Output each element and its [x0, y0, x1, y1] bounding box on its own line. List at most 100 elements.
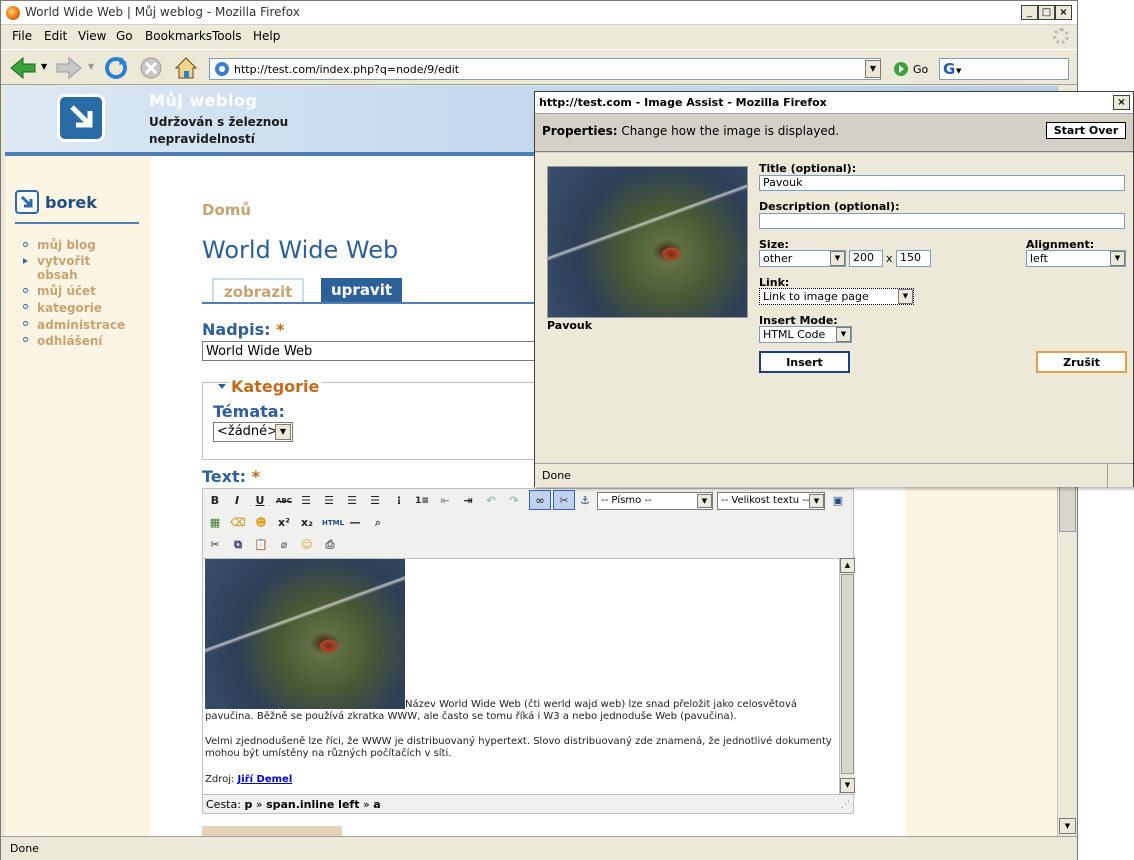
resize-grip-icon[interactable]: ⋰: [841, 800, 850, 810]
site-name[interactable]: Můj weblog: [149, 91, 257, 110]
back-icon[interactable]: [9, 56, 37, 80]
home-icon[interactable]: [173, 55, 199, 81]
menu-file[interactable]: File: [12, 29, 32, 43]
cut-icon[interactable]: ✂: [207, 535, 223, 555]
size-select[interactable]: other ▼: [759, 250, 846, 267]
search-box[interactable]: G ▼: [939, 58, 1069, 80]
minimize-icon[interactable]: _: [1021, 5, 1038, 20]
align-center-icon[interactable]: ☰: [321, 491, 337, 511]
bullet-list-icon[interactable]: ⁝: [391, 491, 407, 511]
scroll-up-icon[interactable]: ▲: [840, 558, 855, 573]
menu-tools[interactable]: Tools: [212, 29, 242, 43]
link-select[interactable]: Link to image page ▼: [759, 288, 914, 305]
sidebar-item-vytvorit-obsah[interactable]: vytvořit obsah: [37, 254, 107, 282]
sidebar-item-odhlaseni[interactable]: odhlášení: [37, 334, 103, 348]
search-engine-dropdown-icon[interactable]: ▼: [956, 67, 961, 75]
source-link[interactable]: Jiří Demel: [238, 774, 293, 785]
redo-icon[interactable]: ↷: [506, 491, 522, 511]
menu-bookmarks[interactable]: Bookmarks: [145, 29, 212, 43]
tab-zobrazit[interactable]: zobrazit: [212, 278, 305, 304]
eraser-icon[interactable]: ⌀: [276, 535, 292, 555]
bold-icon[interactable]: B: [207, 491, 223, 511]
chevron-down-icon[interactable]: ▼: [836, 327, 851, 342]
go-icon[interactable]: [893, 61, 909, 77]
site-logo[interactable]: [57, 94, 105, 142]
html-source-icon[interactable]: HTML: [321, 513, 345, 533]
url-text[interactable]: http://test.com/index.php?q=node/9/edit: [234, 63, 459, 76]
kategorie-legend[interactable]: Kategorie: [229, 377, 322, 396]
insert-image-icon[interactable]: ▦: [207, 513, 223, 533]
forward-icon[interactable]: [55, 56, 83, 80]
menu-go[interactable]: Go: [116, 29, 133, 43]
scroll-down-icon[interactable]: ▼: [840, 778, 855, 793]
horizontal-rule-icon[interactable]: —: [347, 513, 363, 533]
search-icon[interactable]: ⌕: [370, 513, 386, 533]
editor-scrollbar[interactable]: ▲ ▼: [839, 558, 855, 794]
italic-icon[interactable]: I: [229, 491, 245, 511]
spider-image[interactable]: [205, 559, 405, 709]
height-input[interactable]: 150: [896, 250, 931, 267]
strikethrough-icon[interactable]: ABC: [274, 491, 294, 511]
align-right-icon[interactable]: ☰: [344, 491, 360, 511]
copy-icon[interactable]: ⧉: [230, 535, 246, 555]
menu-view[interactable]: View: [78, 29, 106, 43]
tab-upravit[interactable]: upravit: [321, 278, 403, 304]
sidebar-item-muj-blog[interactable]: můj blog: [37, 238, 96, 252]
editor-content[interactable]: Název World Wide Web (čti werld wajd web…: [203, 558, 839, 794]
image-icon[interactable]: ▣: [829, 491, 847, 511]
link-icon[interactable]: ∞: [529, 490, 551, 510]
close-icon[interactable]: ×: [1055, 5, 1072, 20]
print-icon[interactable]: ⎙: [322, 535, 338, 555]
emoticon-icon[interactable]: ☻: [253, 513, 269, 533]
scroll-thumb[interactable]: [841, 574, 854, 774]
width-input[interactable]: 200: [849, 250, 883, 267]
sidebar-item-muj-ucet[interactable]: můj účet: [37, 284, 96, 298]
page-scroll-thumb[interactable]: [1059, 486, 1076, 532]
menu-help[interactable]: Help: [253, 29, 280, 43]
forward-dropdown-icon[interactable]: ▼: [88, 62, 94, 71]
paste-icon[interactable]: 📋: [253, 535, 269, 555]
stop-icon[interactable]: [139, 56, 163, 80]
insert-button[interactable]: Insert: [759, 351, 850, 373]
description-input[interactable]: [759, 213, 1125, 229]
title-input[interactable]: Pavouk: [759, 175, 1125, 191]
subscript-icon[interactable]: x₂: [299, 513, 315, 533]
nadpis-input[interactable]: World Wide Web: [202, 341, 542, 361]
path-item[interactable]: a: [373, 798, 380, 811]
superscript-icon[interactable]: x²: [276, 513, 292, 533]
cleanup-icon[interactable]: ⌫: [230, 513, 246, 533]
temata-select[interactable]: <žádné> ▼: [213, 422, 293, 442]
cancel-button[interactable]: Zrušit: [1036, 351, 1127, 373]
back-dropdown-icon[interactable]: ▼: [41, 62, 47, 71]
close-icon[interactable]: ×: [1113, 95, 1130, 110]
path-item[interactable]: span.inline left: [266, 798, 359, 811]
underline-icon[interactable]: U: [252, 491, 268, 511]
undo-icon[interactable]: ↶: [483, 491, 499, 511]
start-over-button[interactable]: Start Over: [1046, 122, 1126, 139]
maximize-icon[interactable]: □: [1038, 5, 1055, 20]
sidebar-item-administrace[interactable]: administrace: [37, 318, 125, 332]
indent-icon[interactable]: ⇥: [460, 491, 476, 511]
reload-icon[interactable]: [103, 55, 129, 81]
insert-mode-select[interactable]: HTML Code ▼: [759, 326, 852, 343]
path-item[interactable]: p: [244, 798, 252, 811]
go-label[interactable]: Go: [913, 63, 928, 76]
url-dropdown-icon[interactable]: ▼: [865, 60, 881, 78]
chevron-down-icon[interactable]: ▼: [898, 289, 913, 304]
outdent-icon[interactable]: ⇤: [437, 491, 453, 511]
chevron-down-icon[interactable]: ▼: [830, 251, 845, 266]
anchor-icon[interactable]: ⚓: [577, 491, 593, 511]
chevron-down-icon[interactable]: ▼: [809, 494, 824, 508]
address-bar[interactable]: http://test.com/index.php?q=node/9/edit: [209, 58, 881, 80]
collapse-arrow-icon[interactable]: [218, 384, 226, 389]
chevron-down-icon[interactable]: ▼: [697, 494, 712, 508]
numbered-list-icon[interactable]: 1≡: [414, 491, 430, 511]
font-select[interactable]: -- Písmo -- ▼: [597, 492, 713, 510]
menu-edit[interactable]: Edit: [44, 29, 67, 43]
font-size-select[interactable]: -- Velikost textu -- ▼: [717, 492, 825, 510]
alignment-select[interactable]: left ▼: [1026, 250, 1126, 267]
breadcrumb[interactable]: Domů: [202, 201, 251, 219]
align-left-icon[interactable]: ☰: [298, 491, 314, 511]
smiley-icon[interactable]: ☺: [299, 535, 315, 555]
sidebar-item-kategorie[interactable]: kategorie: [37, 301, 102, 315]
